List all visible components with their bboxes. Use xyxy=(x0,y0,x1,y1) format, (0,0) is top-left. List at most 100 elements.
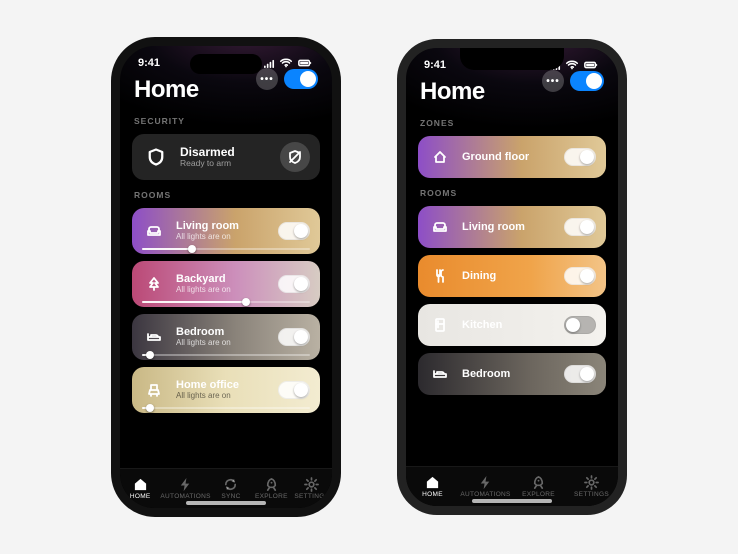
room-toggle[interactable] xyxy=(564,218,596,236)
room-name: Living room xyxy=(176,221,268,232)
room-card[interactable]: Ground floor xyxy=(418,136,606,178)
rocket-icon xyxy=(264,477,279,492)
bolt-icon xyxy=(478,475,493,490)
room-subtitle: All lights are on xyxy=(176,233,268,241)
sofa-icon xyxy=(428,215,452,239)
home-icon xyxy=(425,475,440,490)
room-name: Living room xyxy=(462,222,554,233)
tab-home[interactable]: HOME xyxy=(406,467,459,506)
tab-label: HOME xyxy=(422,491,443,498)
room-card[interactable]: Bedroom All lights are on xyxy=(132,314,320,360)
room-toggle[interactable] xyxy=(278,328,310,346)
room-name: Backyard xyxy=(176,274,268,285)
master-toggle[interactable] xyxy=(284,69,318,89)
fork-icon xyxy=(432,268,448,284)
brightness-slider[interactable] xyxy=(142,248,310,250)
room-card[interactable]: Kitchen xyxy=(418,304,606,346)
room-subtitle: All lights are on xyxy=(176,392,268,400)
home-icon xyxy=(133,477,148,492)
tab-label: AUTOMATIONS xyxy=(160,493,210,500)
tab-label: SETTINGS xyxy=(294,493,329,500)
header: Home ••• xyxy=(406,72,618,106)
room-toggle[interactable] xyxy=(564,148,596,166)
brightness-slider[interactable] xyxy=(142,407,310,409)
room-card[interactable]: Bedroom xyxy=(418,353,606,395)
brightness-slider[interactable] xyxy=(142,301,310,303)
zones-list: Ground floor xyxy=(418,136,606,178)
security-status-subtitle: Ready to arm xyxy=(180,159,270,168)
room-toggle[interactable] xyxy=(278,381,310,399)
tab-label: EXPLORE xyxy=(522,491,555,498)
tab-settings[interactable]: SETTINGS xyxy=(565,467,618,506)
page-title: Home xyxy=(420,78,485,106)
chair-icon xyxy=(142,378,166,402)
arm-button[interactable] xyxy=(280,142,310,172)
room-name: Dining xyxy=(462,271,554,282)
room-toggle[interactable] xyxy=(278,222,310,240)
chair-icon xyxy=(146,382,162,398)
room-toggle[interactable] xyxy=(564,316,596,334)
tab-label: EXPLORE xyxy=(255,493,288,500)
rooms-list-left: Living room All lights are on Backyard A… xyxy=(132,208,320,413)
notch xyxy=(460,48,564,70)
house-icon xyxy=(432,149,448,165)
sync-icon xyxy=(223,477,238,492)
sofa-icon xyxy=(432,219,448,235)
content: ZONES Ground floor ROOMS Living room xyxy=(406,106,618,466)
fridge-icon xyxy=(432,317,448,333)
content: SECURITY Disarmed Ready to arm ROOMS Liv… xyxy=(120,104,332,468)
sofa-icon xyxy=(142,219,166,243)
room-name: Ground floor xyxy=(462,152,554,163)
bed-icon xyxy=(142,325,166,349)
bolt-icon xyxy=(178,477,193,492)
sofa-icon xyxy=(146,223,162,239)
page-title: Home xyxy=(134,76,199,104)
more-button[interactable]: ••• xyxy=(256,68,278,90)
tree-icon xyxy=(146,276,162,292)
security-card[interactable]: Disarmed Ready to arm xyxy=(132,134,320,180)
tab-settings[interactable]: SETTINGS xyxy=(292,469,332,508)
phone-right: 9:41 Home ••• ZONES Ground floor ROOMS xyxy=(397,39,627,515)
more-button[interactable]: ••• xyxy=(542,70,564,92)
room-subtitle: All lights are on xyxy=(176,339,268,347)
gear-icon xyxy=(304,477,319,492)
header: Home ••• xyxy=(120,70,332,104)
section-label-security: SECURITY xyxy=(132,112,320,128)
fridge-icon xyxy=(428,313,452,337)
status-time: 9:41 xyxy=(424,59,446,71)
home-indicator xyxy=(186,501,266,505)
section-label-rooms: ROOMS xyxy=(418,184,606,200)
status-time: 9:41 xyxy=(138,57,160,69)
gear-icon xyxy=(584,475,599,490)
section-label-rooms: ROOMS xyxy=(132,186,320,202)
room-toggle[interactable] xyxy=(564,267,596,285)
fork-icon xyxy=(428,264,452,288)
shield-off-icon xyxy=(287,149,303,165)
master-toggle[interactable] xyxy=(570,71,604,91)
room-card[interactable]: Dining xyxy=(418,255,606,297)
tab-label: AUTOMATIONS xyxy=(460,491,510,498)
room-name: Bedroom xyxy=(462,369,554,380)
room-card[interactable]: Backyard All lights are on xyxy=(132,261,320,307)
room-card[interactable]: Home office All lights are on xyxy=(132,367,320,413)
rooms-list-right: Living room Dining Kitchen xyxy=(418,206,606,395)
bed-icon xyxy=(432,366,448,382)
bed-icon xyxy=(428,362,452,386)
tab-home[interactable]: HOME xyxy=(120,469,160,508)
room-card[interactable]: Living room All lights are on xyxy=(132,208,320,254)
house-icon xyxy=(428,145,452,169)
bed-icon xyxy=(146,329,162,345)
room-subtitle: All lights are on xyxy=(176,286,268,294)
room-card[interactable]: Living room xyxy=(418,206,606,248)
tab-label: SYNC xyxy=(221,493,240,500)
room-name: Home office xyxy=(176,380,268,391)
brightness-slider[interactable] xyxy=(142,354,310,356)
security-status-title: Disarmed xyxy=(180,146,270,159)
room-name: Bedroom xyxy=(176,327,268,338)
room-name: Kitchen xyxy=(462,320,554,331)
home-indicator xyxy=(472,499,552,503)
shield-icon xyxy=(142,143,170,171)
room-toggle[interactable] xyxy=(564,365,596,383)
rocket-icon xyxy=(531,475,546,490)
room-toggle[interactable] xyxy=(278,275,310,293)
